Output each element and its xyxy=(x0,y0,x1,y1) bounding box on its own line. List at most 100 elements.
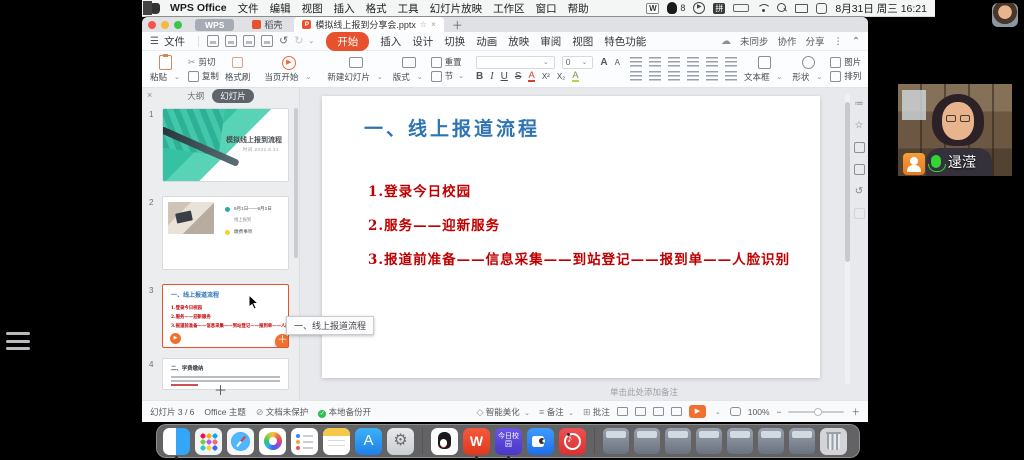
print-icon[interactable] xyxy=(243,35,255,47)
screen-mirroring-icon[interactable] xyxy=(795,4,808,13)
wifi-icon[interactable] xyxy=(757,4,769,13)
quickbar-caret-icon[interactable]: ⌄ xyxy=(308,37,314,45)
layout-button[interactable]: 版式⌄ xyxy=(389,53,429,85)
dock-netease-music-icon[interactable] xyxy=(559,428,586,455)
hamburger-menu-icon[interactable]: ☰ xyxy=(150,36,159,47)
history-icon[interactable]: ↺ xyxy=(855,186,863,197)
dock-appstore-icon[interactable]: A xyxy=(355,428,382,455)
dock-minimized-window[interactable] xyxy=(696,428,722,454)
dock-notes-icon[interactable] xyxy=(323,428,350,455)
close-panel-icon[interactable]: × xyxy=(147,90,152,100)
theme-name[interactable]: Office 主题 xyxy=(204,406,245,418)
cut-button[interactable]: ✂剪切 xyxy=(188,55,219,69)
play-from-current-button[interactable]: ▶ 当页开始⌄ xyxy=(260,53,317,85)
menu-workspace[interactable]: 工作区 xyxy=(493,1,525,16)
document-protect-status[interactable]: ⊘ 文档未保护 xyxy=(256,406,308,418)
increase-font-icon[interactable]: A xyxy=(600,57,607,68)
add-slide-button[interactable]: ＋ xyxy=(214,380,227,399)
tab-view[interactable]: 视图 xyxy=(572,34,593,49)
dock-trash-icon[interactable] xyxy=(820,428,847,455)
zoom-out-button[interactable]: − xyxy=(777,407,782,417)
share-button[interactable]: 分享 xyxy=(806,34,825,48)
menubar-app-name[interactable]: WPS Office xyxy=(170,2,227,14)
highlight-color-button[interactable]: A xyxy=(572,71,578,82)
menu-insert[interactable]: 插入 xyxy=(334,1,355,16)
input-method-icon[interactable]: 拼 xyxy=(713,3,725,14)
dock-launchpad-icon[interactable] xyxy=(195,428,222,455)
bullets-icon[interactable] xyxy=(630,57,642,67)
normal-view-icon[interactable] xyxy=(617,407,628,416)
dock-finder-icon[interactable] xyxy=(163,428,190,455)
strikethrough-button[interactable]: S xyxy=(515,71,522,82)
meeting-avatar[interactable] xyxy=(992,3,1018,27)
fit-slide-icon[interactable] xyxy=(730,407,741,416)
align-left-icon[interactable] xyxy=(630,71,642,81)
subscript-button[interactable]: X₂ xyxy=(557,72,565,81)
new-tab-button[interactable]: ＋ xyxy=(452,17,463,33)
decrease-font-icon[interactable]: A xyxy=(615,58,620,67)
format-painter-button[interactable]: 格式刷 xyxy=(221,53,255,85)
comments-button[interactable]: ⊞ 批注 xyxy=(583,406,610,418)
justify-icon[interactable] xyxy=(687,71,699,81)
slide-thumbnail-1[interactable]: 模拟线上报到流程 时间 2022.8.31 xyxy=(162,108,289,182)
font-size-combobox[interactable]: 0⌄ xyxy=(562,56,594,69)
dock-tencent-meeting-icon[interactable] xyxy=(527,428,554,455)
thumbnail-play-button[interactable]: ▶ xyxy=(170,333,181,344)
pin-tab-icon[interactable]: ☆ xyxy=(420,20,427,29)
presenter-view-icon[interactable] xyxy=(671,407,682,416)
slide-title[interactable]: 一、线上报道流程 xyxy=(364,114,540,141)
wps-home-button[interactable]: WPS xyxy=(195,19,234,31)
slide-bullet-2[interactable]: 2.服务——迎新服务 xyxy=(368,214,500,234)
slide-thumbnail-3-selected[interactable]: 一、线上报道流程 1.登录今日校园 2.服务——迎新服务 3.报道前准备——信息… xyxy=(162,284,289,348)
menu-help[interactable]: 帮助 xyxy=(568,1,589,16)
distribute-icon[interactable] xyxy=(706,71,718,81)
zoom-in-button[interactable]: ＋ xyxy=(851,406,860,418)
properties-icon[interactable]: ≔ xyxy=(855,98,864,109)
underline-button[interactable]: U xyxy=(501,71,508,82)
zoom-window-button[interactable] xyxy=(174,21,182,29)
text-direction-icon[interactable] xyxy=(725,57,737,67)
undo-icon[interactable]: ↺ xyxy=(279,36,288,47)
align-center-icon[interactable] xyxy=(649,71,661,81)
textbox-button[interactable]: 文本框⌄ xyxy=(740,53,788,85)
menu-tools[interactable]: 工具 xyxy=(398,1,419,16)
output-icon[interactable] xyxy=(225,35,237,47)
italic-button[interactable]: I xyxy=(490,71,493,82)
thumbnail-add-slide-button[interactable]: ＋ xyxy=(275,334,289,348)
superscript-button[interactable]: X² xyxy=(542,72,550,81)
more-options-icon[interactable]: ⋮ xyxy=(834,36,844,47)
dock-reminders-icon[interactable] xyxy=(291,428,318,455)
notes-placeholder[interactable]: 单击此处添加备注 xyxy=(610,386,678,398)
battery-icon[interactable] xyxy=(733,4,749,12)
local-backup-status[interactable]: ✓ 本地备份开 xyxy=(318,406,371,418)
dock-minimized-window[interactable] xyxy=(727,428,753,454)
smart-beautify-button[interactable]: ◇ 智能美化 ⌄ xyxy=(476,406,532,418)
dock-campus-app-icon[interactable]: 今日校园 xyxy=(495,428,522,455)
dock-wps-icon[interactable]: W xyxy=(463,428,490,455)
reading-view-icon[interactable] xyxy=(653,407,664,416)
spotlight-search-icon[interactable] xyxy=(777,3,787,13)
docer-tab[interactable]: 稻壳 xyxy=(244,18,290,31)
line-spacing-icon[interactable] xyxy=(706,57,718,67)
tab-design[interactable]: 设计 xyxy=(412,34,433,49)
vertical-scrollbar[interactable] xyxy=(845,94,850,384)
minimize-window-button[interactable] xyxy=(161,21,169,29)
dock-qq-icon[interactable] xyxy=(431,428,458,455)
new-slide-button[interactable]: 新建幻灯片⌄ xyxy=(323,53,388,85)
menu-file[interactable]: 文件 xyxy=(238,1,259,16)
zoom-slider[interactable] xyxy=(788,411,844,413)
tab-features[interactable]: 特色功能 xyxy=(604,34,646,49)
close-tab-icon[interactable]: × xyxy=(431,20,436,29)
preview-icon[interactable] xyxy=(261,35,273,47)
media-status-icon[interactable]: ▶ xyxy=(693,2,705,14)
menu-format[interactable]: 格式 xyxy=(366,1,387,16)
zoom-slider-knob[interactable] xyxy=(814,408,822,416)
notes-button[interactable]: ≡ 备注 ⌄ xyxy=(539,406,576,418)
dock-minimized-window[interactable] xyxy=(665,428,691,454)
menubar-clock[interactable]: 8月31日 周三 16:21 xyxy=(835,1,927,16)
copy-button[interactable]: 复制 xyxy=(188,69,219,83)
material-icon[interactable] xyxy=(854,142,865,153)
slides-tab[interactable]: 幻灯片 xyxy=(212,89,254,103)
outline-tab[interactable]: 大纲 xyxy=(187,90,204,102)
slideshow-play-button[interactable]: ▶ xyxy=(689,405,706,418)
